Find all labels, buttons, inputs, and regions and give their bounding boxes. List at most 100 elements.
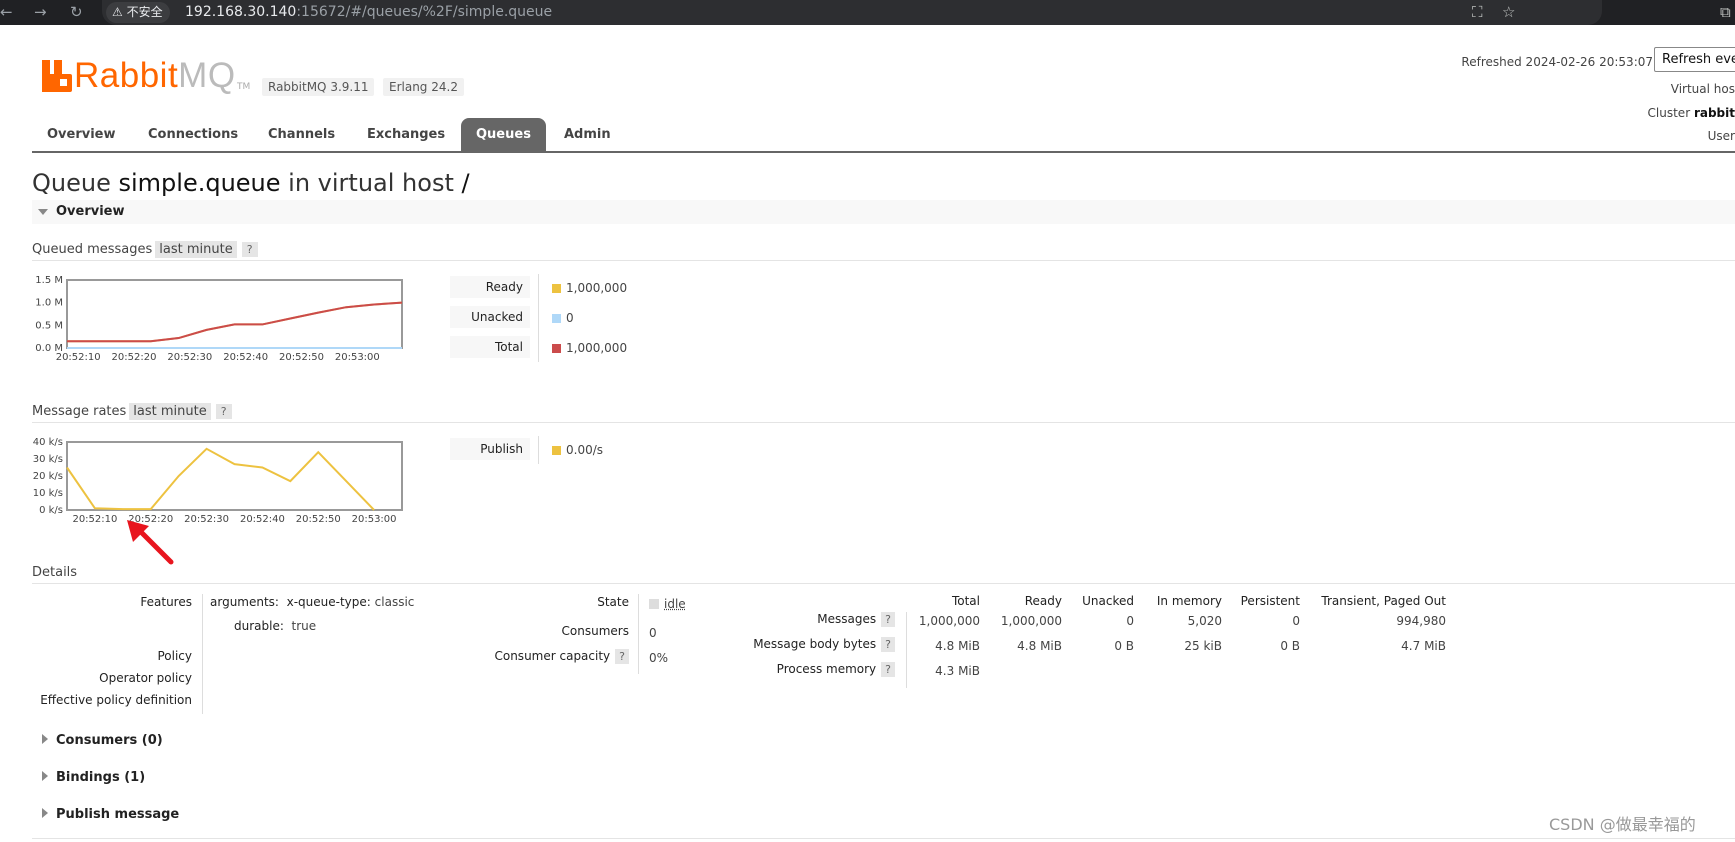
bytes-unacked: 0 B xyxy=(1114,638,1134,654)
divider xyxy=(32,260,1735,261)
x-tick-label: 20:52:20 xyxy=(112,352,157,363)
publish-message-section-header[interactable]: Publish message xyxy=(32,806,179,824)
messages-persistent: 0 xyxy=(1292,613,1300,629)
refresh-interval-select[interactable]: Refresh eve xyxy=(1654,47,1735,72)
consumers-label: Consumers xyxy=(562,623,629,639)
help-button[interactable]: ? xyxy=(216,404,232,419)
state-label: State xyxy=(597,594,629,610)
help-button[interactable]: ? xyxy=(881,637,895,652)
policy-label: Policy xyxy=(157,648,192,664)
url-text[interactable]: 192.168.30.140:15672/#/queues/%2F/simple… xyxy=(185,2,552,22)
arguments-key: arguments: x-queue-type: classic xyxy=(210,594,414,610)
vhost-name: / xyxy=(462,169,470,197)
consumer-capacity-label: Consumer capacity? xyxy=(494,648,629,664)
bindings-section-header[interactable]: Bindings (1) xyxy=(32,769,145,787)
x-tick-label: 20:52:50 xyxy=(296,514,341,525)
queue-name: simple.queue xyxy=(118,169,280,197)
legend-ready-label: Ready xyxy=(450,276,530,298)
reload-icon[interactable]: ↻ xyxy=(70,2,83,22)
consumer-capacity-value: 0% xyxy=(649,650,668,666)
message-rates-heading: Message rates last minute? xyxy=(32,403,232,421)
x-tick-label: 20:52:40 xyxy=(240,514,285,525)
message-rates-chart: 40 k/s30 k/s20 k/s10 k/s0 k/s20:52:10 20:… xyxy=(32,434,442,534)
col-transient: Transient, Paged Out xyxy=(1321,593,1446,609)
messages-unacked: 0 xyxy=(1126,613,1134,629)
x-tick-label: 20:52:10 xyxy=(72,514,117,525)
extensions-icon[interactable]: ⧉ xyxy=(1720,2,1731,22)
logo-text-mq: MQ xyxy=(178,56,235,95)
messages-in-memory: 5,020 xyxy=(1188,613,1222,629)
state-indicator xyxy=(649,599,659,609)
bytes-total: 4.8 MiB xyxy=(935,638,980,654)
state-value[interactable]: idle xyxy=(649,596,686,612)
col-persistent: Persistent xyxy=(1241,593,1300,609)
divider xyxy=(32,583,1735,584)
x-tick-label: 20:52:30 xyxy=(184,514,229,525)
tab-overview[interactable]: Overview xyxy=(47,118,116,151)
process-memory-label: Process memory? xyxy=(777,661,895,677)
erlang-version-badge: Erlang 24.2 xyxy=(383,78,464,96)
x-tick-label: 20:52:40 xyxy=(223,352,268,363)
ready-swatch xyxy=(552,284,561,293)
legend-ready-value: 1,000,000 xyxy=(552,280,627,296)
queued-messages-chart: 1.5 M1.0 M0.5 M0.0 M20:52:10 20:52:20 20:5… xyxy=(32,272,432,372)
help-button[interactable]: ? xyxy=(615,649,629,664)
rabbitmq-logo-mark-icon xyxy=(42,60,72,92)
legend-publish-value: 0.00/s xyxy=(552,442,603,458)
process-memory-value: 4.3 MiB xyxy=(935,663,980,679)
messages-ready: 1,000,000 xyxy=(1001,613,1062,629)
bytes-in-memory: 25 kiB xyxy=(1184,638,1222,654)
x-tick-label: 20:52:50 xyxy=(279,352,324,363)
virtual-host-label: Virtual hos xyxy=(1671,81,1735,97)
help-button[interactable]: ? xyxy=(242,242,258,257)
y-tick-label: 10 k/s xyxy=(33,488,63,499)
tab-connections[interactable]: Connections xyxy=(148,118,238,151)
tab-exchanges[interactable]: Exchanges xyxy=(367,118,445,151)
bytes-persistent: 0 B xyxy=(1280,638,1300,654)
messages-row-label: Messages? xyxy=(817,611,895,627)
expand-triangle-icon xyxy=(42,771,48,781)
legend-unacked-label: Unacked xyxy=(450,306,530,328)
y-tick-label: 0.5 M xyxy=(35,320,63,331)
user-label[interactable]: User xyxy=(1708,128,1735,144)
consumers-section-header[interactable]: Consumers (0) xyxy=(32,732,163,750)
translate-icon[interactable]: ⛶ xyxy=(1472,2,1483,22)
queued-messages-range-toggle[interactable]: last minute xyxy=(155,241,236,258)
bookmark-star-icon[interactable]: ☆ xyxy=(1502,2,1515,22)
chart-plot-area xyxy=(67,280,402,348)
red-arrow-annotation-icon xyxy=(125,520,185,570)
legend-publish-label: Publish xyxy=(450,438,530,460)
bytes-transient: 4.7 MiB xyxy=(1401,638,1446,654)
overview-section-header[interactable]: Overview xyxy=(32,200,1735,224)
y-tick-label: 40 k/s xyxy=(33,437,63,448)
consumers-value: 0 xyxy=(649,625,657,641)
col-in-memory: In memory xyxy=(1157,593,1222,609)
tab-underline xyxy=(32,151,1735,153)
tab-channels[interactable]: Channels xyxy=(268,118,335,151)
messages-transient: 994,980 xyxy=(1396,613,1446,629)
legend-total-value: 1,000,000 xyxy=(552,340,627,356)
operator-policy-label: Operator policy xyxy=(99,670,192,686)
message-rates-range-toggle[interactable]: last minute xyxy=(129,403,210,420)
tab-queues[interactable]: Queues xyxy=(461,118,546,151)
watermark: CSDN @做最幸福的 xyxy=(1549,811,1696,835)
forward-arrow-icon[interactable]: → xyxy=(34,2,47,22)
tab-admin[interactable]: Admin xyxy=(564,118,611,151)
overview-section-title: Overview xyxy=(56,202,125,222)
y-tick-label: 30 k/s xyxy=(33,454,63,465)
address-bar[interactable]: ⚠ 不安全 192.168.30.140:15672/#/queues/%2F/… xyxy=(102,0,1602,25)
col-unacked: Unacked xyxy=(1082,593,1134,609)
security-badge[interactable]: ⚠ 不安全 xyxy=(106,2,170,23)
back-arrow-icon[interactable]: ← xyxy=(0,2,13,22)
bytes-ready: 4.8 MiB xyxy=(1017,638,1062,654)
y-tick-label: 20 k/s xyxy=(33,471,63,482)
effective-policy-label: Effective policy definition xyxy=(40,692,192,708)
expand-triangle-icon xyxy=(42,734,48,744)
x-tick-label: 20:52:10 xyxy=(56,352,101,363)
unacked-swatch xyxy=(552,314,561,323)
divider xyxy=(32,422,1735,423)
cluster-name: rabbit xyxy=(1694,106,1735,120)
help-button[interactable]: ? xyxy=(881,612,895,627)
y-tick-label: 1.0 M xyxy=(35,298,63,309)
help-button[interactable]: ? xyxy=(881,662,895,677)
